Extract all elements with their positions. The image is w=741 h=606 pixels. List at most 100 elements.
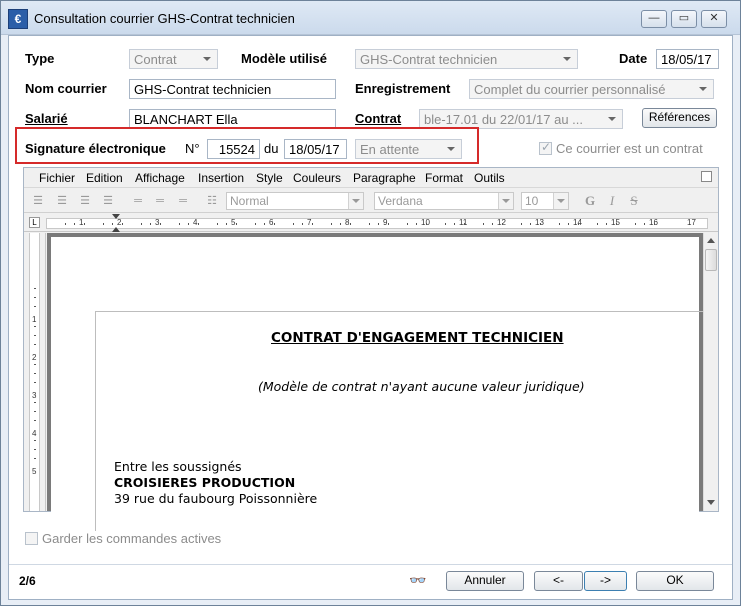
chevron-down-icon <box>447 147 455 151</box>
numero-label: N° <box>185 141 200 156</box>
chevron-down-icon <box>608 117 616 121</box>
size-value: 10 <box>525 194 539 208</box>
ruler-tick <box>311 223 313 225</box>
align-justify-icon[interactable]: ☰ <box>100 193 116 209</box>
bold-button[interactable]: G <box>582 193 598 209</box>
enregistrement-select[interactable]: Complet du courrier personnalisé <box>469 79 714 99</box>
nom-courrier-field[interactable]: GHS-Contrat technicien <box>129 79 336 99</box>
style-select[interactable]: Normal <box>226 192 364 210</box>
ruler-number: 17 <box>687 218 696 227</box>
salarie-field[interactable]: BLANCHART Ella <box>129 109 336 129</box>
vertical-scrollbar[interactable] <box>703 233 718 511</box>
chevron-down-icon <box>553 193 568 209</box>
editor-toolbar: ☰ ☰ ☰ ☰ ═ ═ ═ ☷ Normal Verdana 10 G I S <box>24 189 718 213</box>
menu-paragraphe[interactable]: Paragraphe <box>353 171 416 185</box>
align-left-icon[interactable]: ☰ <box>30 193 46 209</box>
references-button[interactable]: Références <box>642 108 717 128</box>
left-indent-marker[interactable] <box>112 227 120 232</box>
ruler-tick <box>596 223 598 225</box>
scroll-down-icon[interactable] <box>707 500 715 505</box>
menu-insertion[interactable]: Insertion <box>198 171 244 185</box>
vertical-ruler-tick <box>34 297 36 298</box>
ruler-tick <box>653 223 655 225</box>
outdent-icon[interactable]: ═ <box>175 193 191 209</box>
type-select[interactable]: Contrat <box>129 49 218 69</box>
menu-affichage[interactable]: Affichage <box>135 171 185 185</box>
vertical-ruler-tick <box>34 373 36 374</box>
align-right-icon[interactable]: ☰ <box>77 193 93 209</box>
bullet-list-icon[interactable]: ☷ <box>204 193 220 209</box>
vertical-ruler-number: 4 <box>32 429 37 438</box>
italic-button[interactable]: I <box>604 193 620 209</box>
contrat-checkbox-label: Ce courrier est un contrat <box>556 141 703 156</box>
maximize-button[interactable]: ▭ <box>671 10 697 28</box>
signature-date-field[interactable]: 18/05/17 <box>284 139 347 159</box>
close-button[interactable]: ✕ <box>701 10 727 28</box>
menu-couleurs[interactable]: Couleurs <box>293 171 341 185</box>
signature-status-select[interactable]: En attente <box>355 139 462 159</box>
type-label: Type <box>25 51 55 66</box>
ruler-tick <box>501 223 503 225</box>
ruler-tick <box>416 223 417 225</box>
du-label: du <box>264 141 279 156</box>
line-spacing-icon[interactable]: ═ <box>130 193 146 209</box>
first-indent-marker[interactable] <box>112 214 120 219</box>
ruler-tick <box>140 223 142 225</box>
ruler-tick <box>74 223 75 225</box>
document-page[interactable]: CONTRAT D'ENGAGEMENT TECHNICIEN (Modèle … <box>51 237 715 531</box>
ruler-bar: 1234567891011121314151617 <box>46 218 708 229</box>
indent-icon[interactable]: ═ <box>152 193 168 209</box>
annuler-button[interactable]: Annuler <box>446 571 524 591</box>
ruler-tick <box>112 223 113 225</box>
signature-label: Signature électronique <box>25 141 166 156</box>
document-area[interactable]: CONTRAT D'ENGAGEMENT TECHNICIEN (Modèle … <box>47 233 715 531</box>
contrat-link[interactable]: Contrat <box>355 111 401 126</box>
menu-edition[interactable]: Edition <box>86 171 123 185</box>
vertical-ruler-tick <box>34 420 36 421</box>
date-field[interactable]: 18/05/17 <box>656 49 719 69</box>
menu-fichier[interactable]: Fichier <box>39 171 75 185</box>
window-title: Consultation courrier GHS-Contrat techni… <box>34 11 295 26</box>
menu-style[interactable]: Style <box>256 171 283 185</box>
ruler-tick <box>492 223 493 225</box>
align-center-icon[interactable]: ☰ <box>54 193 70 209</box>
ruler-tick <box>577 223 579 225</box>
minimize-button[interactable]: — <box>641 10 667 28</box>
size-select[interactable]: 10 <box>521 192 569 210</box>
dialog-window: € Consultation courrier GHS-Contrat tech… <box>0 0 741 606</box>
numero-field[interactable]: 15524 <box>207 139 260 159</box>
style-value: Normal <box>230 194 269 208</box>
chevron-down-icon <box>699 87 707 91</box>
ok-button[interactable]: OK <box>636 571 714 591</box>
previous-button[interactable]: <- <box>534 571 583 591</box>
vertical-ruler-tick <box>34 364 36 365</box>
restore-icon[interactable] <box>701 171 712 182</box>
ruler-tick <box>558 223 560 225</box>
tab-type-icon[interactable]: L <box>29 217 40 228</box>
salarie-link[interactable]: Salarié <box>25 111 68 126</box>
ruler-tick <box>568 223 569 225</box>
menu-format[interactable]: Format <box>425 171 463 185</box>
strike-button[interactable]: S <box>626 193 642 209</box>
next-button[interactable]: -> <box>584 571 627 591</box>
contrat-checkbox[interactable]: ✓ <box>539 140 552 155</box>
garder-checkbox[interactable] <box>25 532 38 545</box>
font-select[interactable]: Verdana <box>374 192 514 210</box>
ruler-tick <box>615 223 617 225</box>
scroll-up-icon[interactable] <box>707 238 715 243</box>
vertical-ruler-number: 5 <box>32 467 37 476</box>
ruler-tick <box>444 223 446 225</box>
scroll-thumb[interactable] <box>705 249 717 271</box>
horizontal-ruler: L 1234567891011121314151617 <box>24 214 718 232</box>
document-line-3: 39 rue du faubourg Poissonnière <box>114 491 318 506</box>
modele-value: GHS-Contrat technicien <box>360 52 498 67</box>
glasses-icon[interactable]: 👓 <box>409 572 426 589</box>
modele-select[interactable]: GHS-Contrat technicien <box>355 49 578 69</box>
vertical-ruler-number: 1 <box>32 315 37 324</box>
contrat-select[interactable]: ble-17.01 du 22/01/17 au ... <box>419 109 623 129</box>
menu-outils[interactable]: Outils <box>474 171 505 185</box>
ruler-tick <box>368 223 370 225</box>
garder-label: Garder les commandes actives <box>42 531 222 546</box>
vertical-ruler-tick <box>34 402 36 403</box>
ruler-tick <box>378 223 379 225</box>
